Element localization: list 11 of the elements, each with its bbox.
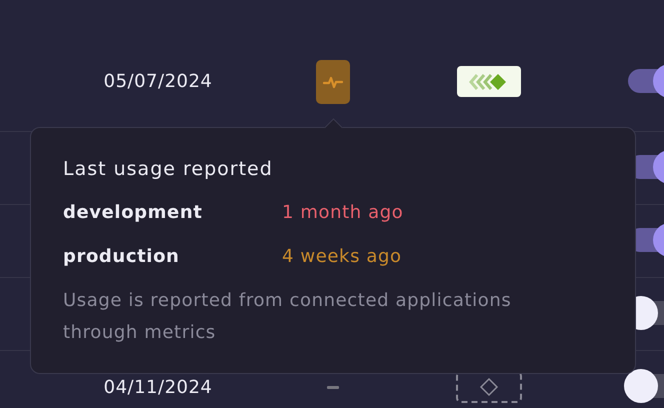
date-text: 04/11/2024 xyxy=(104,376,212,398)
activity-icon[interactable] xyxy=(316,60,350,104)
tooltip-note: Usage is reported from connected applications through metrics xyxy=(63,289,512,345)
date-text: 05/07/2024 xyxy=(104,71,212,92)
tooltip-title: Last usage reported xyxy=(63,157,274,182)
dash-icon xyxy=(327,386,339,388)
last-usage-time: 4 weeks ago xyxy=(282,245,402,269)
diamond-icon xyxy=(479,377,499,397)
environment-label: development xyxy=(63,201,204,225)
last-usage-time: 1 month ago xyxy=(282,201,404,225)
environment-label: production xyxy=(63,245,180,269)
